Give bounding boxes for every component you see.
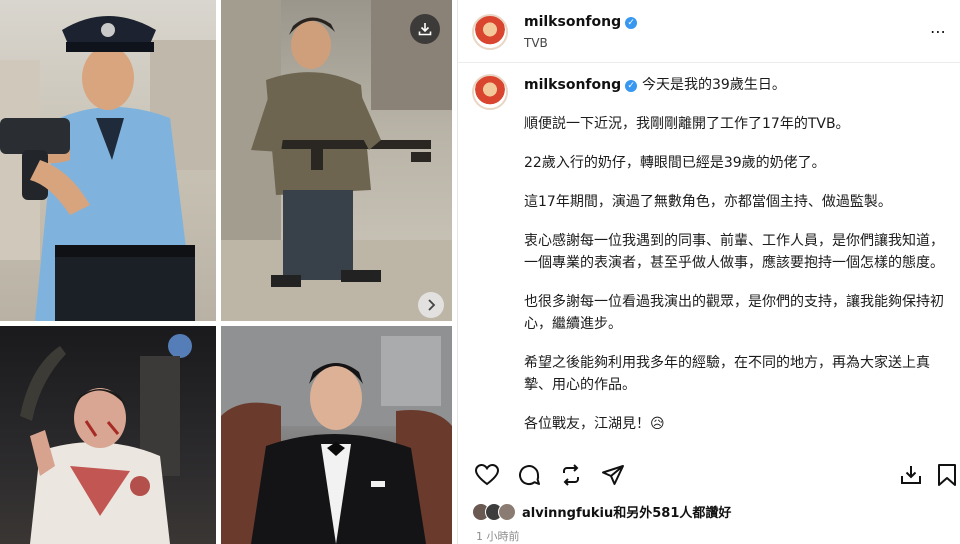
caption-username[interactable]: milksonfong ✓	[524, 77, 642, 93]
photo-bloodied-character[interactable]	[0, 326, 216, 544]
caption-paragraph: 衷心感謝每一位我遇到的同事、前輩、工作人員，是你們讓我知道，一個專業的表演者，甚…	[524, 233, 944, 271]
caption-paragraph: 順便説一下近況，我剛剛離開了工作了17年的TVB。	[524, 116, 850, 132]
download-icon	[418, 23, 432, 36]
liker-avatar	[498, 502, 516, 521]
chevron-right-icon	[428, 299, 436, 311]
rifle-man-illustration	[221, 0, 452, 321]
more-options-button[interactable]: ⋯	[930, 22, 947, 41]
tuxedo-man-illustration	[221, 326, 452, 544]
heart-icon	[475, 464, 499, 486]
police-officer-illustration	[0, 16, 216, 321]
photo-grid	[0, 0, 457, 544]
post-caption: milksonfong ✓ 今天是我的39歲生日。 順便説一下近況，我剛剛離開了工…	[524, 74, 944, 452]
caption-first-line: milksonfong ✓ 今天是我的39歲生日。	[524, 74, 944, 96]
send-button[interactable]	[600, 462, 626, 488]
post-panel: milksonfong ✓ TVB ⋯ milksonfong ✓ 今天是我的39歲…	[457, 0, 960, 544]
comment-icon	[519, 465, 540, 486]
bookmark-icon	[938, 464, 956, 486]
username-link[interactable]: milksonfong ✓	[524, 14, 638, 30]
repost-button[interactable]	[558, 462, 584, 488]
download-icon	[901, 466, 921, 484]
verified-badge-icon: ✓	[625, 17, 638, 29]
likes-summary[interactable]: alvinngfukiu和另外581人都讚好	[472, 502, 731, 521]
likes-text: alvinngfukiu和另外581人都讚好	[522, 506, 732, 521]
photo-man-with-rifle[interactable]	[221, 0, 452, 321]
save-button[interactable]	[934, 462, 960, 488]
avatar[interactable]	[472, 14, 508, 50]
download-button[interactable]	[410, 14, 440, 44]
account-subtitle: TVB	[524, 36, 548, 50]
post-timestamp: 1 小時前	[476, 530, 520, 543]
caption-line1: 今天是我的39歲生日。	[642, 77, 786, 93]
send-icon	[602, 465, 624, 485]
caption-avatar[interactable]	[472, 74, 508, 110]
caption-paragraph: 22歲入行的奶仔，轉眼間已經是39歲的奶佬了。	[524, 155, 826, 171]
post-header: milksonfong ✓ TVB ⋯	[458, 0, 960, 63]
caption-paragraph: 也很多謝每一位看過我演出的觀眾，是你們的支持，讓我能夠保持初心，繼續進步。	[524, 294, 944, 332]
like-button[interactable]	[474, 462, 500, 488]
next-image-button[interactable]	[418, 292, 444, 318]
photo-man-in-tuxedo[interactable]	[221, 326, 452, 544]
action-bar	[458, 456, 960, 494]
caption-paragraph: 各位戰友，江湖見！😥	[524, 416, 665, 432]
comment-button[interactable]	[516, 462, 542, 488]
download-post-button[interactable]	[898, 462, 924, 488]
photo-police-officer[interactable]	[0, 0, 216, 321]
username-text: milksonfong	[524, 14, 622, 30]
verified-badge-icon: ✓	[625, 80, 638, 92]
caption-paragraph: 這17年期間，演過了無數角色，亦都當個主持、做過監製。	[524, 194, 892, 210]
caption-paragraph: 希望之後能夠利用我多年的經驗，在不同的地方，再為大家送上真摯、用心的作品。	[524, 355, 930, 393]
repost-icon	[563, 464, 579, 486]
caption-username-text: milksonfong	[524, 77, 622, 93]
bloodied-character-illustration	[20, 334, 192, 544]
more-horizontal-icon: ⋯	[930, 22, 947, 41]
